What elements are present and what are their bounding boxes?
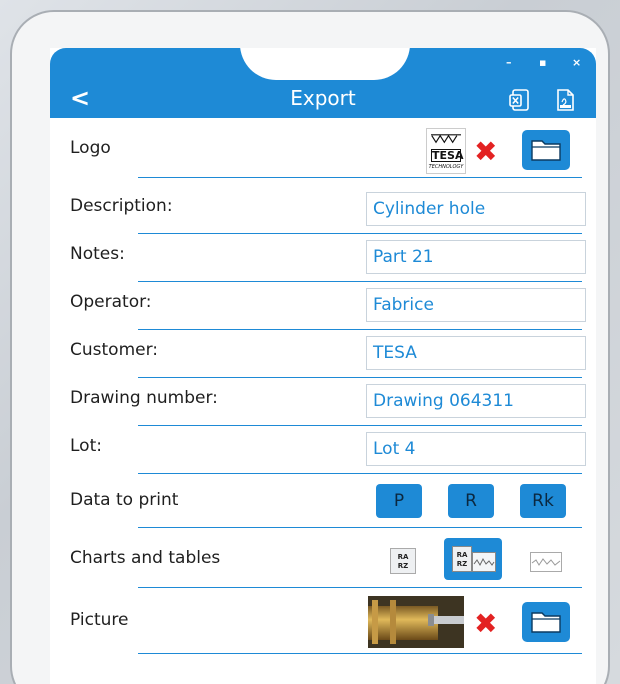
lot-field[interactable]: Lot 4 <box>366 432 586 466</box>
operator-field[interactable]: Fabrice <box>366 288 586 322</box>
logo-brand-text: TESA <box>431 149 464 162</box>
row-divider <box>138 177 582 178</box>
mini-ra-text: RA <box>456 551 468 559</box>
table-only-option[interactable]: RA RZ <box>390 548 416 574</box>
close-window-icon[interactable]: × <box>572 56 581 69</box>
table-and-chart-option[interactable]: RA RZ <box>444 538 502 580</box>
chart-only-option[interactable] <box>530 552 562 572</box>
field-row-drawing-number: Drawing number: Drawing 064311 <box>50 378 596 426</box>
print-rk-button[interactable]: Rk <box>520 484 566 518</box>
field-row-description: Description: Cylinder hole <box>50 186 596 234</box>
row-divider <box>138 473 582 474</box>
minimize-icon[interactable]: – <box>506 56 512 69</box>
maximize-icon[interactable]: ▪ <box>539 56 546 69</box>
description-field[interactable]: Cylinder hole <box>366 192 586 226</box>
folder-icon <box>531 612 561 633</box>
field-row-lot: Lot: Lot 4 <box>50 426 596 474</box>
field-label: Drawing number: <box>70 388 218 408</box>
row-divider <box>138 587 582 588</box>
logo-brand-sub: TECHNOLOGY <box>428 164 464 170</box>
data-to-print-row: Data to print P R Rk <box>50 476 596 528</box>
tesa-logo[interactable]: TESA TECHNOLOGY <box>426 128 466 174</box>
mini-rz-text: RZ <box>456 560 468 568</box>
field-row-operator: Operator: Fabrice <box>50 282 596 330</box>
excel-export-icon[interactable] <box>508 88 532 112</box>
browse-logo-button[interactable] <box>522 130 570 170</box>
field-label: Operator: <box>70 292 152 312</box>
browse-picture-button[interactable] <box>522 602 570 642</box>
mini-chart-icon <box>472 552 496 572</box>
field-label: Description: <box>70 196 173 216</box>
field-row-notes: Notes: Part 21 <box>50 234 596 282</box>
tesa-mark-icon <box>431 134 461 144</box>
print-r-button[interactable]: R <box>448 484 494 518</box>
folder-icon <box>531 140 561 161</box>
charts-tables-row: Charts and tables RA RZ RA RZ <box>50 532 596 588</box>
logo-row: Logo TESA TECHNOLOGY ✖ <box>50 122 596 178</box>
pdf-export-icon[interactable] <box>553 88 577 112</box>
print-p-button[interactable]: P <box>376 484 422 518</box>
export-screen: – ▪ × < Export Logo TESA TECHNOLOGY ✖ De… <box>50 48 596 684</box>
device-frame: – ▪ × < Export Logo TESA TECHNOLOGY ✖ De… <box>10 10 610 684</box>
table-rz-text: RZ <box>397 562 409 570</box>
field-label: Notes: <box>70 244 125 264</box>
remove-picture-icon[interactable]: ✖ <box>474 610 497 638</box>
table-ra-text: RA <box>397 553 409 561</box>
notch <box>240 48 410 80</box>
notes-field[interactable]: Part 21 <box>366 240 586 274</box>
row-divider <box>138 653 582 654</box>
drawing-number-field[interactable]: Drawing 064311 <box>366 384 586 418</box>
data-to-print-label: Data to print <box>70 490 179 510</box>
picture-thumbnail[interactable] <box>368 596 464 648</box>
logo-label: Logo <box>70 138 111 158</box>
field-row-customer: Customer: TESA <box>50 330 596 378</box>
field-label: Customer: <box>70 340 159 360</box>
charts-tables-label: Charts and tables <box>70 548 221 568</box>
mini-table-icon: RA RZ <box>452 546 472 572</box>
customer-field[interactable]: TESA <box>366 336 586 370</box>
field-label: Lot: <box>70 436 102 456</box>
picture-row: Picture ✖ <box>50 590 596 654</box>
title-bar: – ▪ × < Export <box>50 48 596 118</box>
remove-logo-icon[interactable]: ✖ <box>474 138 497 166</box>
picture-label: Picture <box>70 610 129 630</box>
row-divider <box>138 527 582 528</box>
